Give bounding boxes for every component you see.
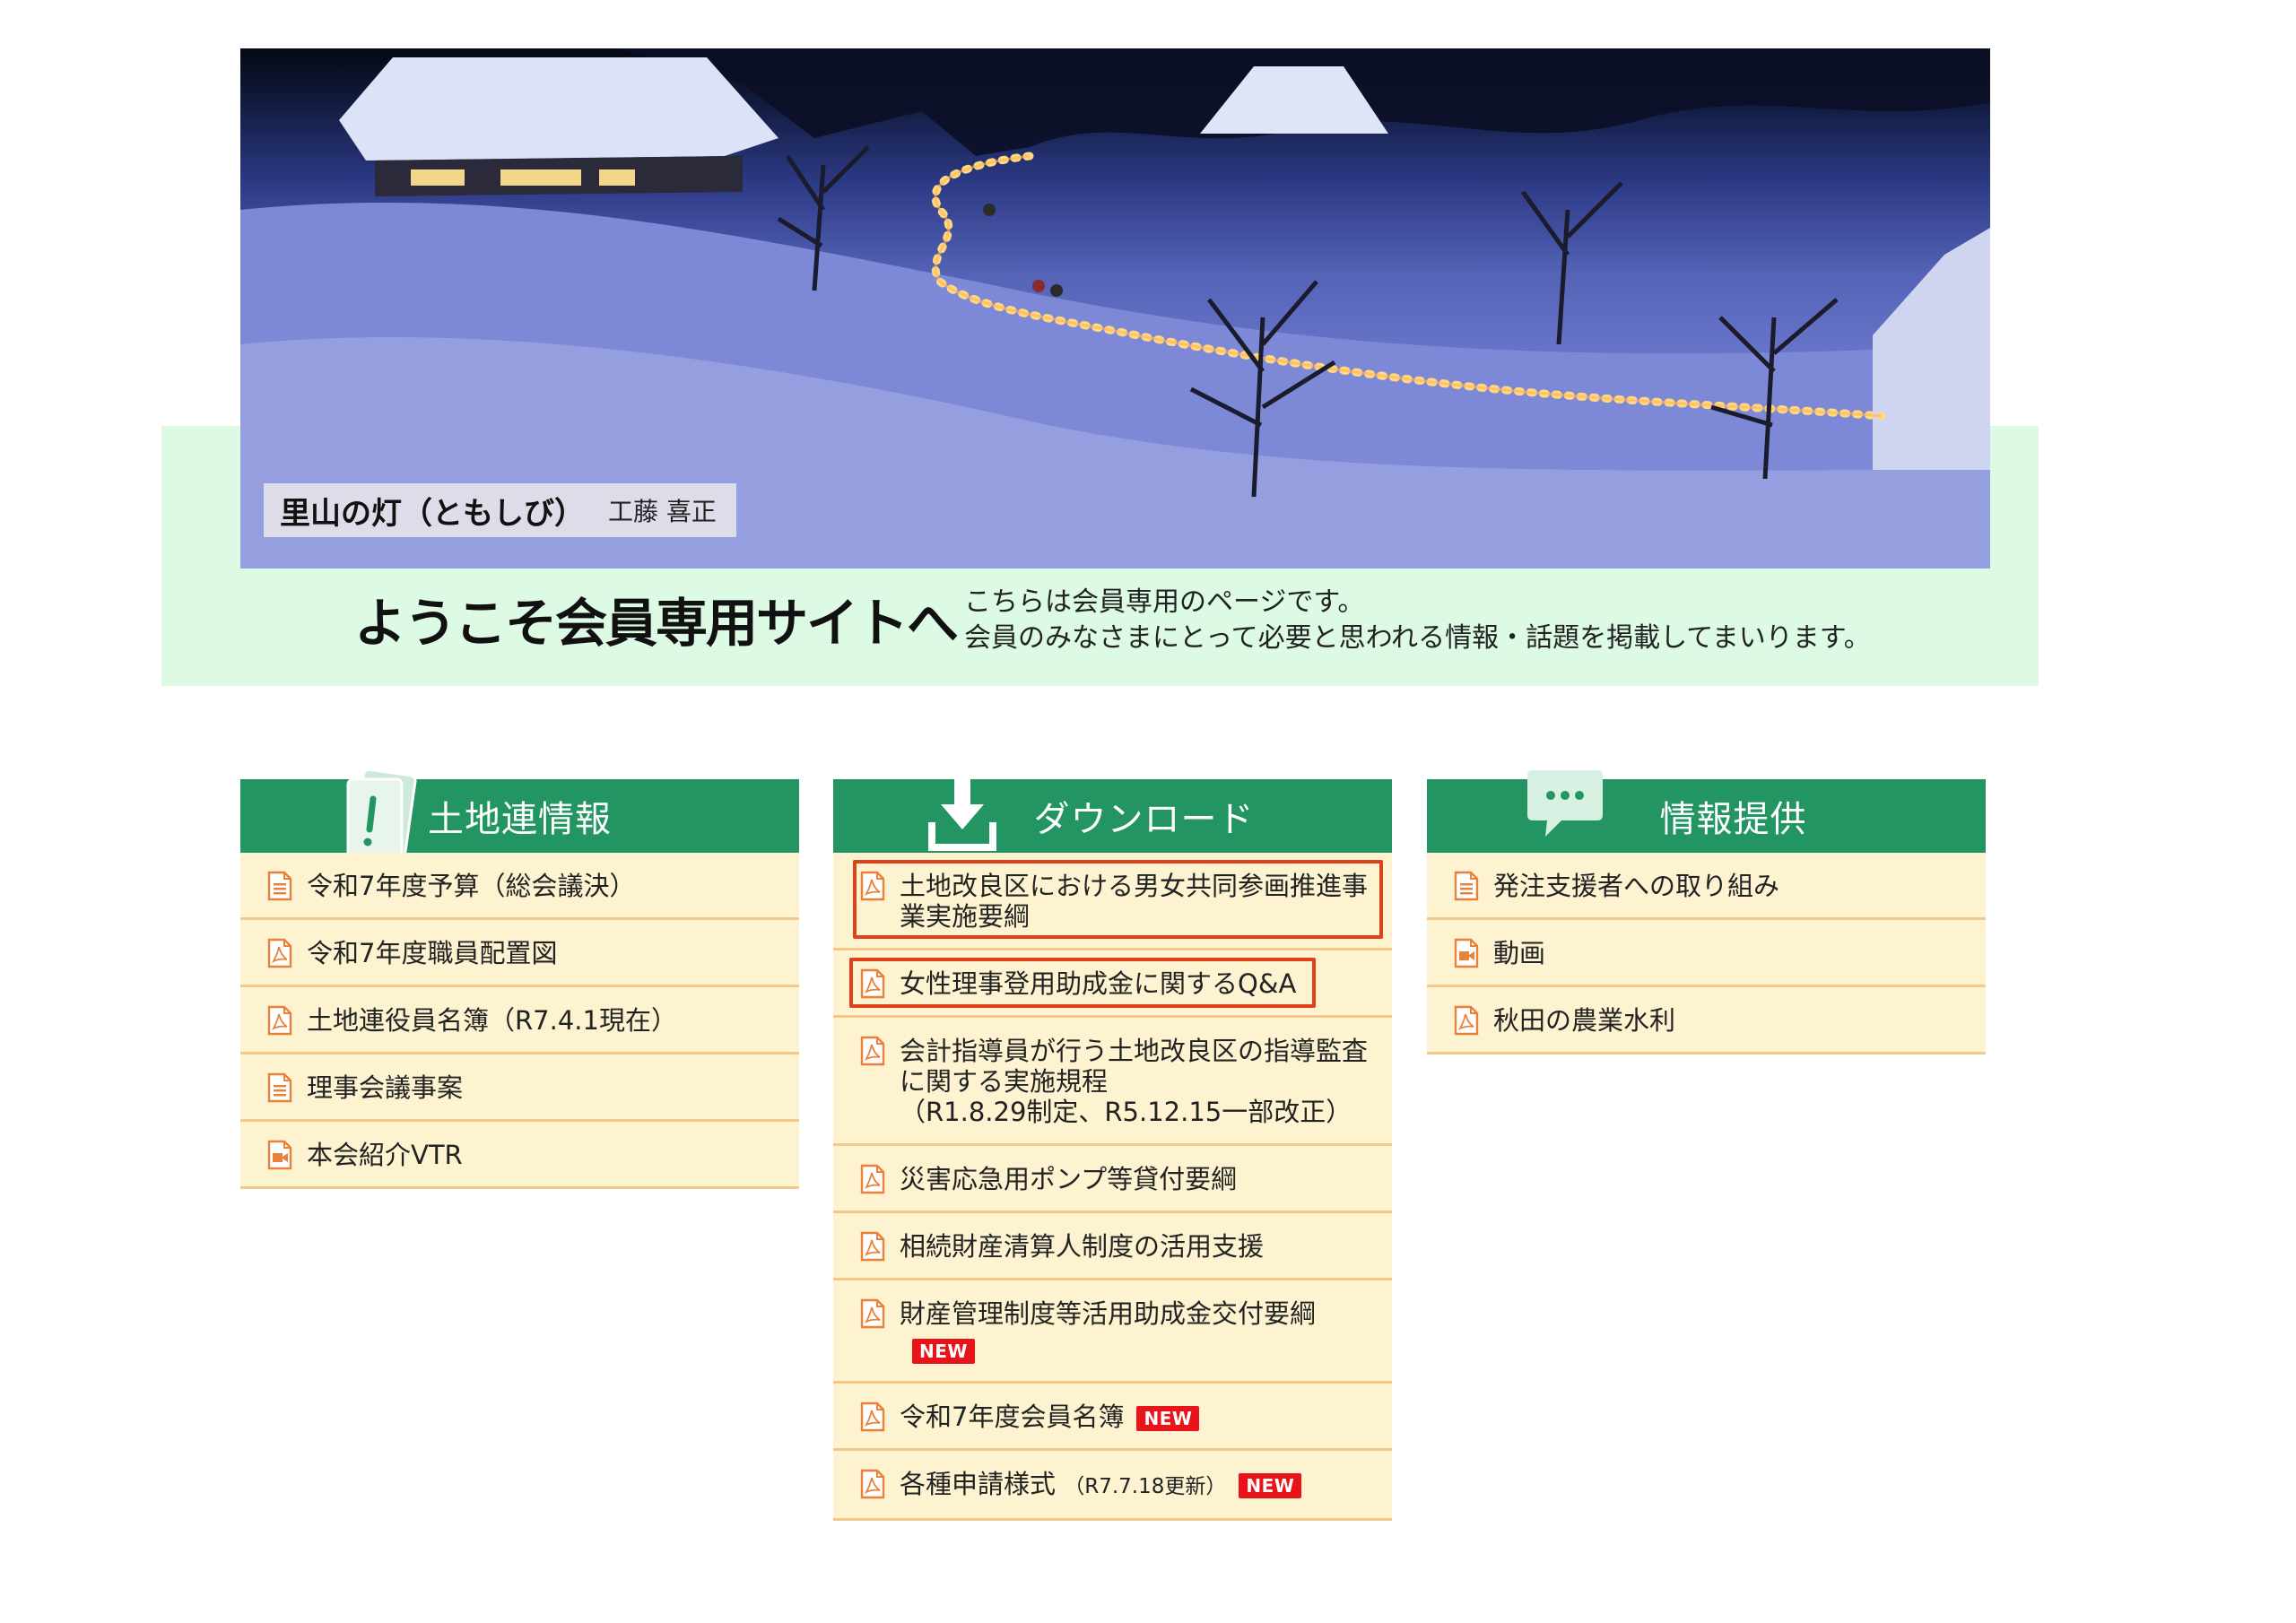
photo-caption-title: 里山の灯（ともしび） [280,495,585,532]
new-badge: NEW [1136,1406,1200,1431]
welcome-description: こちらは会員専用のページです。 会員のみなさまにとって必要と思われる情報・話題を… [964,585,1871,656]
info-item-label: 本会紹介VTR [307,1140,463,1170]
download-item-label: 令和7年度会員名簿 [900,1402,1125,1432]
panel-title-download: ダウンロード [1033,799,1255,840]
panel-land-association-info: 土地連情報 令和7年度予算（総会議決） 令和7年度職員配置図 土地連役員名簿（R… [240,767,799,1189]
panel-header-download: ダウンロード [833,772,1392,853]
download-item-pump-lending[interactable]: 災害応急用ポンプ等貸付要綱 [833,1146,1392,1213]
speech-bubble-icon [1527,770,1603,837]
video-icon [267,1140,292,1170]
panel-title-info: 土地連情報 [428,799,612,840]
info-item-budget[interactable]: 令和7年度予算（総会議決） [240,853,799,920]
provide-item-akita-irrigation[interactable]: 秋田の農業水利 [1427,987,1986,1055]
provide-list: 発注支援者への取り組み 動画 秋田の農業水利 [1427,853,1986,1055]
pdf-icon [860,1036,885,1066]
download-list: 土地改良区における男女共同参画推進事 業実施要綱 女性理事登用助成金に関するQ&… [833,853,1392,1521]
provide-item-videos[interactable]: 動画 [1427,920,1986,987]
pdf-icon [267,938,292,968]
pdf-icon [860,1402,885,1432]
pdf-icon [860,1231,885,1262]
info-item-staff-chart[interactable]: 令和7年度職員配置図 [240,920,799,987]
panel-header-provide: 情報提供 [1427,770,1986,853]
video-icon [1454,938,1479,968]
info-item-label: 理事会議事案 [307,1072,464,1103]
provide-item-label: 秋田の農業水利 [1493,1005,1676,1036]
download-item-note: （R7.7.18更新） [1064,1475,1227,1498]
pdf-icon [267,1005,292,1036]
info-item-officer-list[interactable]: 土地連役員名簿（R7.4.1現在） [240,987,799,1055]
welcome-title: ようこそ会員専用サイトへ [354,593,959,654]
download-item-label-line1: 土地改良区における男女共同参画推進事 [900,871,1369,901]
download-item-estate-liquidator[interactable]: 相続財産清算人制度の活用支援 [833,1213,1392,1280]
provide-item-ordering-support[interactable]: 発注支援者への取り組み [1427,853,1986,920]
download-item-label: 女性理事登用助成金に関するQ&A [900,968,1297,999]
download-item-female-director-qa[interactable]: 女性理事登用助成金に関するQ&A [833,950,1392,1018]
new-badge: NEW [1239,1473,1302,1498]
document-icon [1454,871,1479,901]
document-icon [267,871,292,901]
photo-caption-author: 工藤 喜正 [608,497,717,526]
download-item-property-subsidy[interactable]: 財産管理制度等活用助成金交付要綱 NEW [833,1280,1392,1384]
download-item-label: 相続財産清算人制度の活用支援 [900,1231,1265,1262]
info-list: 令和7年度予算（総会議決） 令和7年度職員配置図 土地連役員名簿（R7.4.1現… [240,853,799,1189]
hero-photo: 里山の灯（ともしび） 工藤 喜正 [240,48,1990,568]
pdf-icon [860,1164,885,1194]
download-item-label-line3: （R1.8.29制定、R5.12.15一部改正） [900,1097,1352,1127]
download-item-label-line1: 会計指導員が行う土地改良区の指導監査 [900,1036,1369,1066]
info-item-label: 令和7年度職員配置図 [307,938,558,968]
download-item-audit-rules[interactable]: 会計指導員が行う土地改良区の指導監査 に関する実施規程 （R1.8.29制定、R… [833,1018,1392,1146]
download-item-member-list[interactable]: 令和7年度会員名簿 NEW [833,1384,1392,1451]
download-item-label-line2: 業実施要綱 [900,901,1031,932]
welcome-line-2: 会員のみなさまにとって必要と思われる情報・話題を掲載してまいります。 [964,622,1871,654]
download-item-label-line2: に関する実施規程 [900,1066,1109,1097]
pdf-icon [1454,1005,1479,1036]
panel-title-provide: 情報提供 [1659,799,1807,840]
info-item-label: 令和7年度予算（総会議決） [307,871,636,901]
panel-header-info: 土地連情報 [240,768,799,864]
panel-download: ダウンロード 土地改良区における男女共同参画推進事 業実施要綱 女性理事登用助成… [833,767,1392,1521]
download-icon [928,772,996,851]
pdf-icon [860,968,885,999]
document-icon [267,1072,292,1103]
pdf-icon [860,1298,885,1329]
provide-item-label: 発注支援者への取り組み [1493,871,1780,901]
welcome-line-1: こちらは会員専用のページです。 [964,586,1365,618]
pdf-icon [860,1469,885,1499]
info-item-board-agenda[interactable]: 理事会議事案 [240,1055,799,1122]
new-badge: NEW [912,1339,975,1364]
provide-item-label: 動画 [1493,938,1546,968]
panel-information-provision: 情報提供 発注支援者への取り組み 動画 秋田の農業水利 [1427,767,1986,1055]
info-item-label: 土地連役員名簿（R7.4.1現在） [307,1005,677,1036]
info-item-intro-vtr[interactable]: 本会紹介VTR [240,1122,799,1189]
download-item-label: 各種申請様式 [900,1469,1057,1499]
photo-caption: 里山の灯（ともしび） 工藤 喜正 [264,483,736,537]
download-item-application-forms[interactable]: 各種申請様式 （R7.7.18更新） NEW [833,1451,1392,1521]
download-item-label: 災害応急用ポンプ等貸付要綱 [900,1164,1238,1194]
pdf-icon [860,871,885,901]
download-item-label: 財産管理制度等活用助成金交付要綱 [900,1298,1317,1329]
download-item-gender-equality[interactable]: 土地改良区における男女共同参画推進事 業実施要綱 [833,853,1392,950]
